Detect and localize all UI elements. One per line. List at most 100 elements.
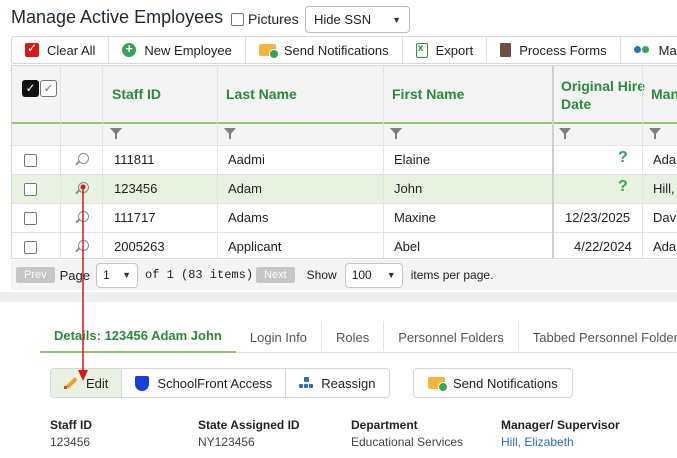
tab-roles[interactable]: Roles [322,321,385,351]
detail-send-notifications-label: Send Notifications [453,375,558,391]
filter-icon-staff-id[interactable] [110,128,122,140]
field-value: 123456 [50,435,91,449]
pager: Prev Page 1 ▼ of 1 (83 items) Next Show … [11,260,677,290]
page-select[interactable]: 1 ▼ [96,262,138,288]
grid-header: ✓ ✓ Staff ID Last Name First Name Origin… [12,66,677,124]
cell-first-name: Elaine [394,152,431,167]
magnify-icon[interactable] [78,153,89,164]
select-page-icon[interactable]: ✓ [40,80,57,97]
ssn-select-value: Hide SSN [314,12,372,27]
select-all-icon[interactable]: ✓ [22,80,39,97]
cell-hire-date: 4/22/2024 [574,239,632,254]
send-notifications-label: Send Notifications [283,42,389,58]
column-divider [383,146,384,258]
page-size-select[interactable]: 100 ▼ [344,262,403,288]
column-header-first-name[interactable]: First Name [392,86,464,102]
table-row-selected[interactable]: 123456 Adam John ? Hill, I [12,175,677,204]
filter-icon-manager[interactable] [649,128,661,140]
ssn-visibility-select[interactable]: Hide SSN ▼ [305,6,410,33]
tab-personnel-folders[interactable]: Personnel Folders [384,321,519,351]
cell-last-name: Adams [228,210,269,225]
cell-first-name: John [394,181,423,196]
column-divider [383,66,384,146]
column-divider [642,146,643,258]
unknown-date-icon: ? [618,149,628,166]
chevron-down-icon: ▼ [392,14,401,25]
row-checkbox[interactable] [24,241,37,254]
column-divider [102,66,103,146]
column-divider [642,66,643,146]
cell-staff-id: 111717 [114,210,156,225]
edit-button[interactable]: Edit [51,369,123,397]
manage-button[interactable]: Ma [621,37,677,63]
prev-page-button[interactable]: Prev [16,267,55,283]
magnify-icon[interactable] [78,182,89,193]
cell-hire-date: 12/23/2025 [565,210,631,225]
filter-icon-last-name[interactable] [224,128,236,140]
cell-staff-id: 111811 [114,152,155,167]
field-label: Staff ID [50,418,92,432]
export-label: Export [435,42,474,58]
frozen-column-divider[interactable] [552,66,554,258]
detail-send-notifications-button[interactable]: Send Notifications [413,368,573,398]
filter-icon-first-name[interactable] [390,128,402,140]
process-forms-label: Process Forms [519,42,607,58]
pictures-toggle[interactable]: Pictures [231,11,299,27]
clear-all-label: Clear All [47,42,96,58]
chevron-down-icon: ▼ [386,270,396,280]
people-icon [633,44,651,57]
manage-label: Ma [658,42,677,58]
field-value: Educational Services [351,435,464,449]
schoolfront-access-button[interactable]: SchoolFront Access [122,369,287,397]
field-staff-id: Staff ID 123456 [50,418,92,449]
cell-last-name: Aadmi [228,152,265,167]
cell-manager: Adar [653,239,677,254]
column-header-last-name[interactable]: Last Name [226,86,297,102]
row-checkbox[interactable] [24,154,37,167]
new-employee-label: New Employee [144,42,232,58]
tab-details[interactable]: Details: 123456 Adam John [40,318,236,353]
shield-icon [135,375,150,391]
send-notifications-button[interactable]: Send Notifications [246,37,403,63]
filter-icon-hire-date[interactable] [559,128,571,140]
reassign-button[interactable]: Reassign [286,369,388,397]
column-header-staff-id[interactable]: Staff ID [112,86,161,102]
page-count-text: of 1 (83 items) [145,268,254,282]
cell-manager: Hill, I [653,181,677,196]
detail-actions: Edit SchoolFront Access Reassign [50,368,390,398]
add-circle-icon [122,41,137,57]
next-page-button[interactable]: Next [256,267,295,283]
column-header-hire-date[interactable]: Original Hire Date [561,77,645,113]
cell-manager: Davis [653,210,677,225]
clear-all-button[interactable]: Clear All [12,37,110,63]
process-forms-button[interactable]: Process Forms [487,37,621,63]
cell-staff-id: 2005263 [114,239,165,254]
column-header-manager[interactable]: Man [651,86,677,102]
manager-link[interactable]: Hill, Elizabeth [501,435,620,449]
column-divider [217,66,218,146]
tab-tabbed-personnel-folders[interactable]: Tabbed Personnel Folders [519,321,677,351]
table-row[interactable]: 111717 Adams Maxine 12/23/2025 Davis [12,204,677,233]
cell-last-name: Adam [228,181,262,196]
column-divider [102,146,103,258]
field-label: State Assigned ID [198,418,300,432]
clear-checkbox-icon [25,41,39,57]
column-divider [60,146,61,258]
field-manager: Manager/ Supervisor Hill, Elizabeth [501,418,620,449]
hire-date-line2: Date [561,96,592,112]
new-employee-button[interactable]: New Employee [109,37,246,63]
details-tabs: Details: 123456 Adam John Login Info Rol… [40,318,677,353]
pictures-checkbox[interactable] [231,12,244,26]
export-button[interactable]: Export [403,37,488,63]
pictures-label: Pictures [248,11,299,27]
table-row[interactable]: 111811 Aadmi Elaine ? Adar [12,146,677,175]
tab-login-info[interactable]: Login Info [236,321,322,351]
row-checkbox[interactable] [24,212,37,225]
row-checkbox[interactable] [24,183,37,196]
magnify-icon[interactable] [78,240,89,251]
field-state-id: State Assigned ID NY123456 [198,418,300,449]
employees-grid: ✓ ✓ Staff ID Last Name First Name Origin… [11,65,677,259]
magnify-icon[interactable] [78,211,89,222]
table-row[interactable]: 2005263 Applicant Abel 4/22/2024 Adar [12,233,677,258]
toolbar: Clear All New Employee Send Notification… [11,36,677,64]
